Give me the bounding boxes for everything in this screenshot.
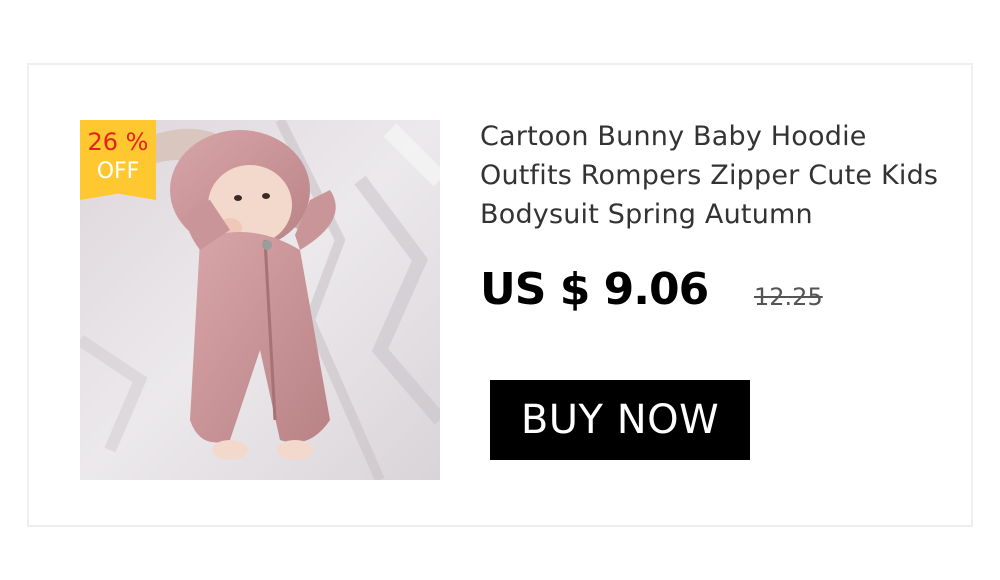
original-price: 12.25 — [754, 283, 823, 311]
product-title[interactable]: Cartoon Bunny Baby Hoodie Outfits Romper… — [480, 117, 950, 234]
current-price: US $ 9.06 — [480, 264, 709, 315]
discount-badge: 26 % OFF — [80, 120, 156, 200]
discount-percent: 26 % — [87, 128, 149, 156]
buy-now-button[interactable]: BUY NOW — [490, 380, 750, 460]
discount-off-label: OFF — [96, 159, 140, 184]
